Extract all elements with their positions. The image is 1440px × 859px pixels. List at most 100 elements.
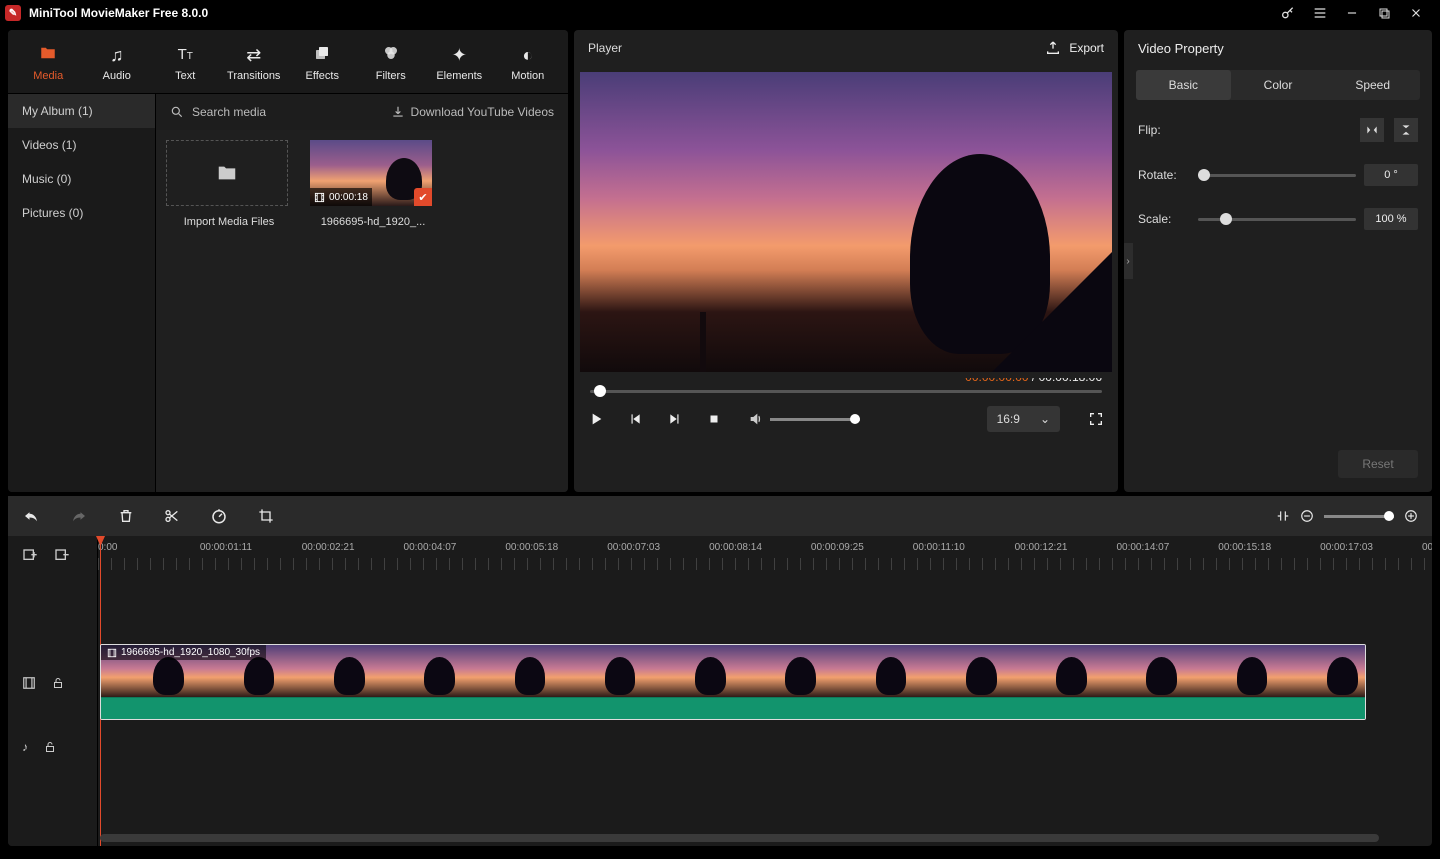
rotate-value[interactable]: 0 ° <box>1364 164 1418 186</box>
sidebar-item-pictures[interactable]: Pictures (0) <box>8 196 155 230</box>
lock-icon[interactable] <box>52 676 64 690</box>
import-media-tile[interactable]: Import Media Files <box>166 140 292 228</box>
media-clip-tile[interactable]: 00:00:18 ✔ 1966695-hd_1920_... <box>310 140 436 228</box>
lock-icon[interactable] <box>44 740 56 754</box>
transitions-icon: ⇄ <box>220 44 289 66</box>
sidebar-item-videos[interactable]: Videos (1) <box>8 128 155 162</box>
zoom-slider[interactable] <box>1324 515 1394 518</box>
close-button[interactable] <box>1400 0 1432 26</box>
scale-value[interactable]: 100 % <box>1364 208 1418 230</box>
property-tabs: Basic Color Speed <box>1136 70 1420 100</box>
minimize-button[interactable] <box>1336 0 1368 26</box>
search-icon <box>170 105 184 119</box>
scale-slider[interactable] <box>1198 212 1356 226</box>
redo-button[interactable] <box>70 507 88 525</box>
license-key-icon[interactable] <box>1272 0 1304 26</box>
menu-icon[interactable] <box>1304 0 1336 26</box>
maximize-button[interactable] <box>1368 0 1400 26</box>
play-button[interactable] <box>588 411 610 427</box>
elements-icon: ✦ <box>425 44 494 66</box>
sidebar-item-myalbum[interactable]: My Album (1) <box>8 94 155 128</box>
flip-vertical-button[interactable] <box>1394 118 1418 142</box>
audio-track-icon: ♪ <box>22 740 28 754</box>
next-frame-button[interactable] <box>668 412 690 426</box>
tab-text[interactable]: TTText <box>151 42 220 82</box>
ruler-tick: 00:00:08:14 <box>709 542 762 553</box>
clip-duration: 00:00:18 <box>329 192 368 203</box>
media-toolbar: Search media Download YouTube Videos <box>156 94 568 130</box>
reset-button[interactable]: Reset <box>1338 450 1418 478</box>
ruler-tick: 00:00:02:21 <box>302 542 355 553</box>
download-icon <box>391 105 405 119</box>
tab-audio[interactable]: ♫Audio <box>83 42 152 82</box>
ruler-tick: 00:00:18:14 <box>1422 542 1432 553</box>
timeline: ♪ 0:0000:00:01:1100:00:02:2100:00:04:070… <box>8 536 1432 846</box>
tab-motion[interactable]: ◐Motion <box>494 42 563 82</box>
sidebar-item-music[interactable]: Music (0) <box>8 162 155 196</box>
search-media[interactable]: Search media <box>170 105 391 119</box>
media-category-tabs: Media ♫Audio TTText ⇄Transitions Effects… <box>8 30 568 94</box>
timeline-scrollbar[interactable] <box>100 834 1432 844</box>
undo-button[interactable] <box>22 507 40 525</box>
timeline-toolbar <box>8 496 1432 536</box>
ruler-tick: 00:00:14:07 <box>1116 542 1169 553</box>
folder-icon <box>214 162 240 184</box>
app-logo: ✎ <box>5 5 21 21</box>
seek-bar[interactable] <box>590 384 1102 398</box>
timeline-ruler[interactable]: 0:0000:00:01:1100:00:02:2100:00:04:0700:… <box>98 536 1432 572</box>
split-button[interactable] <box>164 508 180 524</box>
media-grid: Import Media Files 00:00:18 ✔ <box>156 130 568 492</box>
aspect-ratio-select[interactable]: 16:9 ⌄ <box>987 406 1060 432</box>
scale-label: Scale: <box>1138 212 1198 226</box>
add-track-icon[interactable] <box>22 548 38 564</box>
tab-media[interactable]: Media <box>14 42 83 82</box>
volume-control[interactable] <box>748 411 860 427</box>
tab-elements[interactable]: ✦Elements <box>425 42 494 82</box>
crop-button[interactable] <box>258 508 274 524</box>
export-label: Export <box>1069 41 1104 55</box>
clip-audio-waveform <box>101 697 1365 719</box>
property-panel: › Video Property Basic Color Speed Flip:… <box>1124 30 1432 492</box>
player-panel: Player Export 00:00:00:00 / 00:00:18:06 <box>574 30 1118 492</box>
media-panel: Media ♫Audio TTText ⇄Transitions Effects… <box>8 30 568 492</box>
fit-timeline-button[interactable] <box>1276 509 1290 523</box>
stop-button[interactable] <box>708 413 730 425</box>
zoom-out-button[interactable] <box>1300 509 1314 523</box>
ruler-tick: 00:00:12:21 <box>1015 542 1068 553</box>
preview-viewport[interactable] <box>580 72 1112 372</box>
tab-effects[interactable]: Effects <box>288 42 357 82</box>
volume-icon <box>748 411 764 427</box>
video-track-icon <box>22 676 36 690</box>
tab-transitions[interactable]: ⇄Transitions <box>220 42 289 82</box>
zoom-in-button[interactable] <box>1404 509 1418 523</box>
timeline-track-headers: ♪ <box>8 536 98 846</box>
tab-basic[interactable]: Basic <box>1136 70 1231 100</box>
flip-horizontal-button[interactable] <box>1360 118 1384 142</box>
ruler-tick: 00:00:05:18 <box>505 542 558 553</box>
tab-speed[interactable]: Speed <box>1325 70 1420 100</box>
speed-button[interactable] <box>210 507 228 525</box>
remove-track-icon[interactable] <box>54 548 70 564</box>
import-label: Import Media Files <box>166 216 292 228</box>
text-icon: TT <box>151 44 220 66</box>
film-icon <box>314 192 325 203</box>
flip-label: Flip: <box>1138 123 1198 137</box>
export-button[interactable]: Export <box>1045 40 1104 56</box>
player-title: Player <box>588 41 622 55</box>
motion-icon: ◐ <box>494 44 563 66</box>
ruler-tick: 00:00:11:10 <box>913 542 965 553</box>
rotate-slider[interactable] <box>1198 168 1356 182</box>
ruler-tick: 00:00:04:07 <box>404 542 457 553</box>
fullscreen-button[interactable] <box>1088 411 1104 427</box>
tab-filters[interactable]: Filters <box>357 42 426 82</box>
collapse-handle[interactable]: › <box>1124 243 1133 279</box>
prev-frame-button[interactable] <box>628 412 650 426</box>
ruler-tick: 00:00:07:03 <box>607 542 660 553</box>
timeline-clip-label: 1966695-hd_1920_1080_30fps <box>121 647 260 658</box>
tab-color[interactable]: Color <box>1231 70 1326 100</box>
delete-button[interactable] <box>118 508 134 524</box>
download-youtube-button[interactable]: Download YouTube Videos <box>391 105 554 119</box>
export-icon <box>1045 40 1061 56</box>
film-icon <box>107 648 117 658</box>
timeline-clip[interactable]: 1966695-hd_1920_1080_30fps <box>100 644 1366 720</box>
